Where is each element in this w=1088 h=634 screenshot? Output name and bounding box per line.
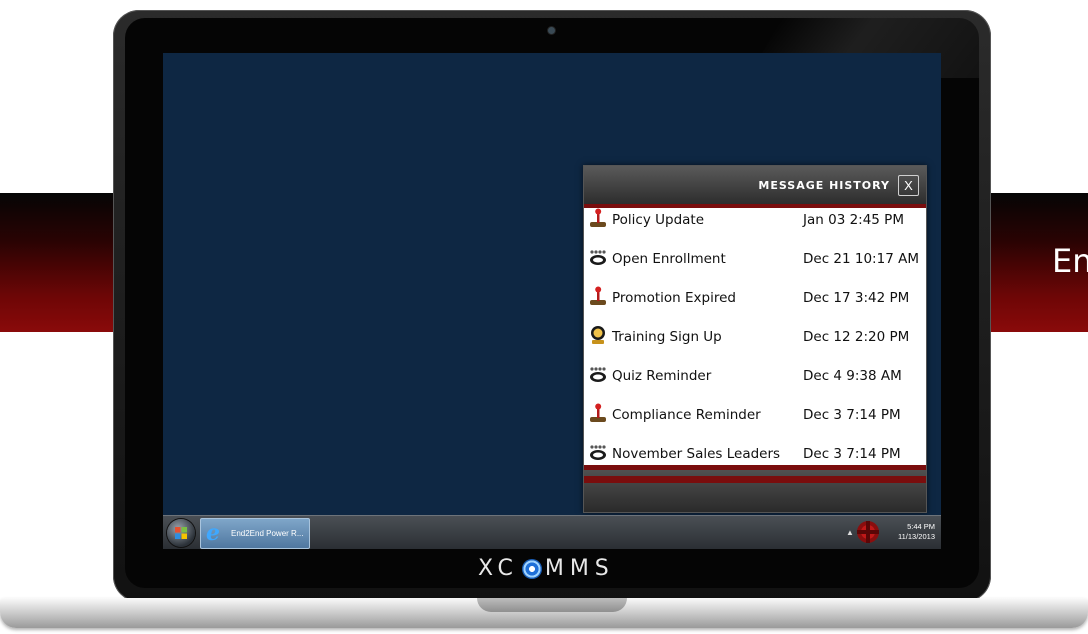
clock-time: 5:44 PM [907,522,935,531]
joystick-icon [588,208,608,228]
joystick-icon [588,286,608,306]
taskbar-item-browser[interactable]: e End2End Power R... [200,518,310,549]
message-date: Dec 21 10:17 AM [803,251,919,267]
message-row[interactable]: Compliance Reminder Dec 3 7:14 PM [584,403,926,442]
trophy-icon [588,325,608,345]
tray-expand-icon[interactable]: ▲ [846,528,854,537]
panel-title: MESSAGE HISTORY [758,179,890,192]
pager-icon [588,442,608,462]
webcam [548,27,555,34]
laptop-notch [477,598,627,612]
logo-globe-icon [521,558,542,579]
message-title: Quiz Reminder [612,368,712,384]
message-date: Dec 3 7:14 PM [803,446,901,462]
desktop-screen: MESSAGE HISTORY X Policy Update Jan 03 2:… [163,53,941,549]
banner-text: En [1052,242,1088,280]
footer-accent-line [584,465,926,470]
message-row[interactable]: Training Sign Up Dec 12 2:20 PM [584,325,926,364]
message-date: Jan 03 2:45 PM [803,212,904,228]
footer-accent-line [584,476,926,483]
start-button[interactable] [167,519,195,547]
logo-text-prefix: XC [478,556,519,581]
message-title: Promotion Expired [612,290,736,306]
message-row[interactable]: Policy Update Jan 03 2:45 PM [584,208,926,247]
message-date: Dec 4 9:38 AM [803,368,902,384]
internet-explorer-icon: e [206,520,220,546]
message-list: Policy Update Jan 03 2:45 PM Open Enrollme… [584,208,926,465]
taskbar-item-label: End2End Power R... [231,529,304,538]
message-row[interactable]: Promotion Expired Dec 17 3:42 PM [584,286,926,325]
message-row[interactable]: Quiz Reminder Dec 4 9:38 AM [584,364,926,403]
message-date: Dec 3 7:14 PM [803,407,901,423]
xcomms-tray-icon[interactable] [856,519,880,545]
left-red-banner [0,193,120,332]
message-title: Training Sign Up [612,329,722,345]
message-row[interactable]: November Sales Leaders Dec 3 7:14 PM [584,442,926,465]
message-title: November Sales Leaders [612,446,781,462]
message-row[interactable]: Open Enrollment Dec 21 10:17 AM [584,247,926,286]
message-title: Compliance Reminder [612,407,761,423]
panel-footer [584,465,926,512]
pager-icon [588,247,608,267]
taskbar: e End2End Power R... ▲ 5:44 PM 11/13/201… [163,515,941,549]
message-date: Dec 12 2:20 PM [803,329,910,345]
system-clock[interactable]: 5:44 PM 11/13/2013 [883,522,935,542]
windows-logo-icon [175,527,187,539]
pager-icon [588,364,608,384]
message-title: Policy Update [612,212,705,228]
xcomms-logo: XC MMS [478,556,615,581]
message-title: Open Enrollment [612,251,726,267]
panel-header: MESSAGE HISTORY X [584,166,926,204]
close-button[interactable]: X [898,175,919,196]
message-history-panel: MESSAGE HISTORY X Policy Update Jan 03 2:… [583,165,927,513]
joystick-icon [588,403,608,423]
clock-date: 11/13/2013 [898,532,935,541]
logo-text-suffix: MMS [544,556,615,581]
message-date: Dec 17 3:42 PM [803,290,910,306]
